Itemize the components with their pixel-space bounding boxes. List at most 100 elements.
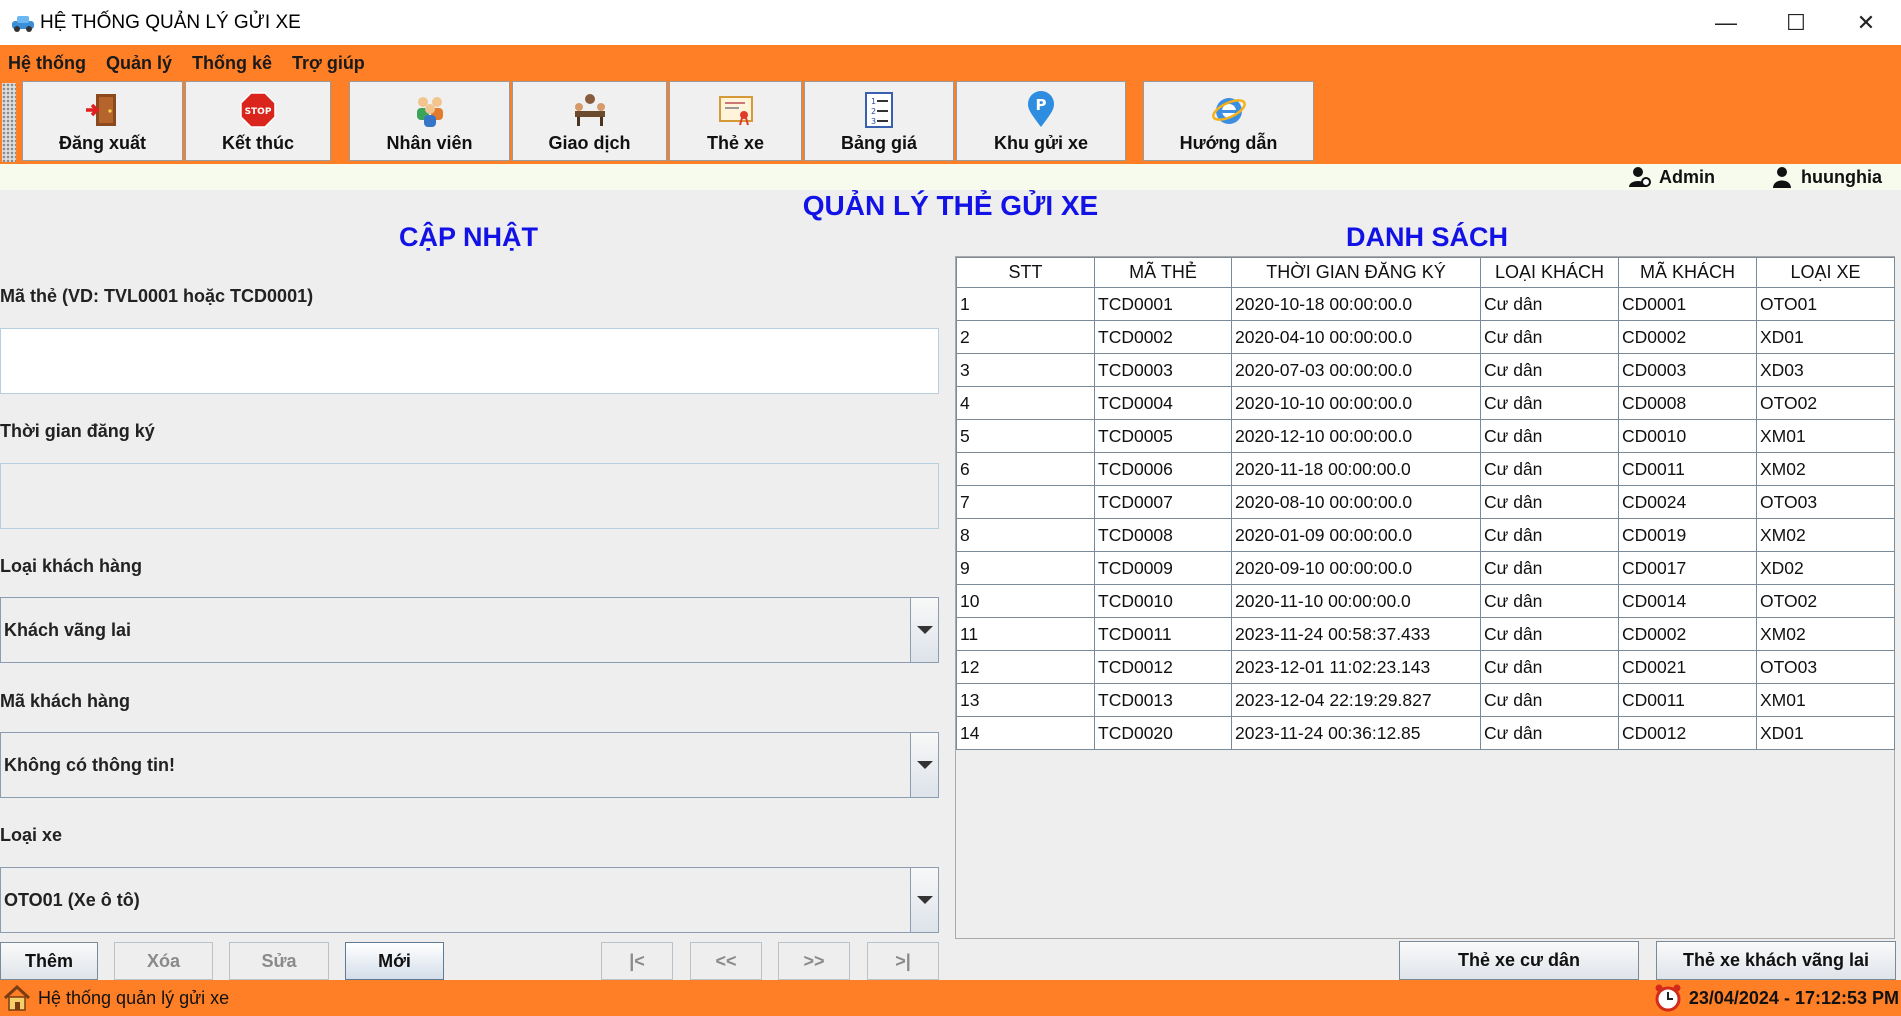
maximize-button[interactable]: ☐: [1761, 0, 1831, 45]
column-header[interactable]: MÃ THẺ: [1094, 257, 1232, 288]
table-cell[interactable]: TCD0009: [1094, 551, 1232, 585]
table-cell[interactable]: XM02: [1756, 452, 1895, 486]
table-cell[interactable]: Cư dân: [1480, 683, 1619, 717]
table-cell[interactable]: 2020-10-10 00:00:00.0: [1231, 386, 1481, 420]
table-cell[interactable]: OTO03: [1756, 650, 1895, 684]
guide-button[interactable]: Hướng dẫn: [1143, 81, 1314, 161]
customer-type-select[interactable]: Khách vãng lai: [0, 597, 939, 663]
table-cell[interactable]: TCD0011: [1094, 617, 1232, 651]
table-cell[interactable]: 14: [956, 716, 1095, 750]
table-cell[interactable]: TCD0008: [1094, 518, 1232, 552]
table-row[interactable]: 14 TCD0020 2023-11-24 00:36:12.85 Cư dân CD0…: [956, 716, 1895, 750]
table-row[interactable]: 5 TCD0005 2020-12-10 00:00:00.0 Cư dân CD001…: [956, 419, 1895, 453]
table-cell[interactable]: 1: [956, 287, 1095, 321]
table-row[interactable]: 13 TCD0013 2023-12-04 22:19:29.827 Cư dân CD…: [956, 683, 1895, 717]
table-cell[interactable]: 3: [956, 353, 1095, 387]
table-cell[interactable]: 7: [956, 485, 1095, 519]
table-cell[interactable]: 2020-07-03 00:00:00.0: [1231, 353, 1481, 387]
resident-cards-button[interactable]: Thẻ xe cư dân: [1399, 941, 1639, 980]
close-button[interactable]: ✕: [1831, 0, 1901, 45]
table-cell[interactable]: OTO01: [1756, 287, 1895, 321]
table-cell[interactable]: OTO02: [1756, 584, 1895, 618]
edit-button[interactable]: Sửa: [229, 942, 329, 980]
table-cell[interactable]: 10: [956, 584, 1095, 618]
add-button[interactable]: Thêm: [0, 942, 98, 980]
table-cell[interactable]: 2020-11-18 00:00:00.0: [1231, 452, 1481, 486]
previous-record-button[interactable]: <<: [690, 942, 762, 980]
table-cell[interactable]: Cư dân: [1480, 617, 1619, 651]
table-cell[interactable]: 2020-11-10 00:00:00.0: [1231, 584, 1481, 618]
toolbar-grip[interactable]: [2, 83, 16, 162]
table-cell[interactable]: XD03: [1756, 353, 1895, 387]
table-cell[interactable]: TCD0005: [1094, 419, 1232, 453]
table-cell[interactable]: CD0008: [1618, 386, 1757, 420]
table-cell[interactable]: CD0021: [1618, 650, 1757, 684]
cards-button[interactable]: Thẻ xe: [669, 81, 802, 161]
table-row[interactable]: 9 TCD0009 2020-09-10 00:00:00.0 Cư dân CD001…: [956, 551, 1895, 585]
table-cell[interactable]: 2023-12-01 11:02:23.143: [1231, 650, 1481, 684]
table-cell[interactable]: 8: [956, 518, 1095, 552]
table-cell[interactable]: 13: [956, 683, 1095, 717]
table-row[interactable]: 2 TCD0002 2020-04-10 00:00:00.0 Cư dân CD000…: [956, 320, 1895, 354]
table-cell[interactable]: 2020-12-10 00:00:00.0: [1231, 419, 1481, 453]
table-cell[interactable]: TCD0012: [1094, 650, 1232, 684]
card-list-table[interactable]: STT MÃ THẺ THỜI GIAN ĐĂNG KÝ LOẠI KHÁCH …: [955, 256, 1895, 939]
guest-cards-button[interactable]: Thẻ xe khách vãng lai: [1656, 941, 1896, 980]
table-cell[interactable]: Cư dân: [1480, 320, 1619, 354]
table-cell[interactable]: CD0003: [1618, 353, 1757, 387]
parking-area-button[interactable]: P Khu gửi xe: [956, 81, 1126, 161]
table-cell[interactable]: CD0019: [1618, 518, 1757, 552]
table-cell[interactable]: XM01: [1756, 419, 1895, 453]
table-cell[interactable]: Cư dân: [1480, 716, 1619, 750]
table-cell[interactable]: 2023-12-04 22:19:29.827: [1231, 683, 1481, 717]
table-cell[interactable]: TCD0006: [1094, 452, 1232, 486]
new-button[interactable]: Mới: [345, 942, 444, 980]
table-row[interactable]: 7 TCD0007 2020-08-10 00:00:00.0 Cư dân CD002…: [956, 485, 1895, 519]
table-cell[interactable]: Cư dân: [1480, 419, 1619, 453]
table-cell[interactable]: 2020-10-18 00:00:00.0: [1231, 287, 1481, 321]
table-row[interactable]: 1 TCD0001 2020-10-18 00:00:00.0 Cư dân CD000…: [956, 287, 1895, 321]
table-cell[interactable]: CD0012: [1618, 716, 1757, 750]
menu-statistics[interactable]: Thống kê: [192, 53, 272, 74]
menu-help[interactable]: Trợ giúp: [292, 53, 365, 74]
table-cell[interactable]: TCD0010: [1094, 584, 1232, 618]
table-cell[interactable]: Cư dân: [1480, 518, 1619, 552]
column-header[interactable]: LOẠI XE: [1756, 257, 1895, 288]
table-cell[interactable]: Cư dân: [1480, 287, 1619, 321]
table-cell[interactable]: OTO02: [1756, 386, 1895, 420]
table-row[interactable]: 3 TCD0003 2020-07-03 00:00:00.0 Cư dân CD000…: [956, 353, 1895, 387]
table-cell[interactable]: CD0011: [1618, 452, 1757, 486]
table-cell[interactable]: 4: [956, 386, 1095, 420]
table-cell[interactable]: 2: [956, 320, 1095, 354]
chevron-down-icon[interactable]: [910, 733, 938, 797]
table-row[interactable]: 10 TCD0010 2020-11-10 00:00:00.0 Cư dân CD00…: [956, 584, 1895, 618]
table-row[interactable]: 6 TCD0006 2020-11-18 00:00:00.0 Cư dân CD001…: [956, 452, 1895, 486]
column-header[interactable]: MÃ KHÁCH: [1618, 257, 1757, 288]
pricing-button[interactable]: 1 2 3 Bảng giá: [804, 81, 954, 161]
table-row[interactable]: 12 TCD0012 2023-12-01 11:02:23.143 Cư dân CD…: [956, 650, 1895, 684]
card-id-input[interactable]: [0, 328, 939, 394]
table-row[interactable]: 4 TCD0004 2020-10-10 00:00:00.0 Cư dân CD000…: [956, 386, 1895, 420]
table-cell[interactable]: 12: [956, 650, 1095, 684]
table-cell[interactable]: TCD0003: [1094, 353, 1232, 387]
table-row[interactable]: 8 TCD0008 2020-01-09 00:00:00.0 Cư dân CD001…: [956, 518, 1895, 552]
table-cell[interactable]: TCD0004: [1094, 386, 1232, 420]
table-cell[interactable]: Cư dân: [1480, 386, 1619, 420]
table-cell[interactable]: 2020-04-10 00:00:00.0: [1231, 320, 1481, 354]
table-cell[interactable]: 5: [956, 419, 1095, 453]
staff-button[interactable]: Nhân viên: [349, 81, 510, 161]
table-cell[interactable]: CD0017: [1618, 551, 1757, 585]
table-cell[interactable]: 2020-09-10 00:00:00.0: [1231, 551, 1481, 585]
table-cell[interactable]: XD02: [1756, 551, 1895, 585]
table-cell[interactable]: 2020-01-09 00:00:00.0: [1231, 518, 1481, 552]
menu-system[interactable]: Hệ thống: [8, 53, 86, 74]
transactions-button[interactable]: Giao dịch: [512, 81, 667, 161]
last-record-button[interactable]: >|: [867, 942, 939, 980]
menu-manage[interactable]: Quản lý: [106, 53, 172, 74]
table-cell[interactable]: 2020-08-10 00:00:00.0: [1231, 485, 1481, 519]
table-cell[interactable]: Cư dân: [1480, 485, 1619, 519]
logout-button[interactable]: Đăng xuất: [22, 81, 183, 161]
customer-id-select[interactable]: Không có thông tin!: [0, 732, 939, 798]
table-cell[interactable]: Cư dân: [1480, 584, 1619, 618]
table-cell[interactable]: XD01: [1756, 320, 1895, 354]
